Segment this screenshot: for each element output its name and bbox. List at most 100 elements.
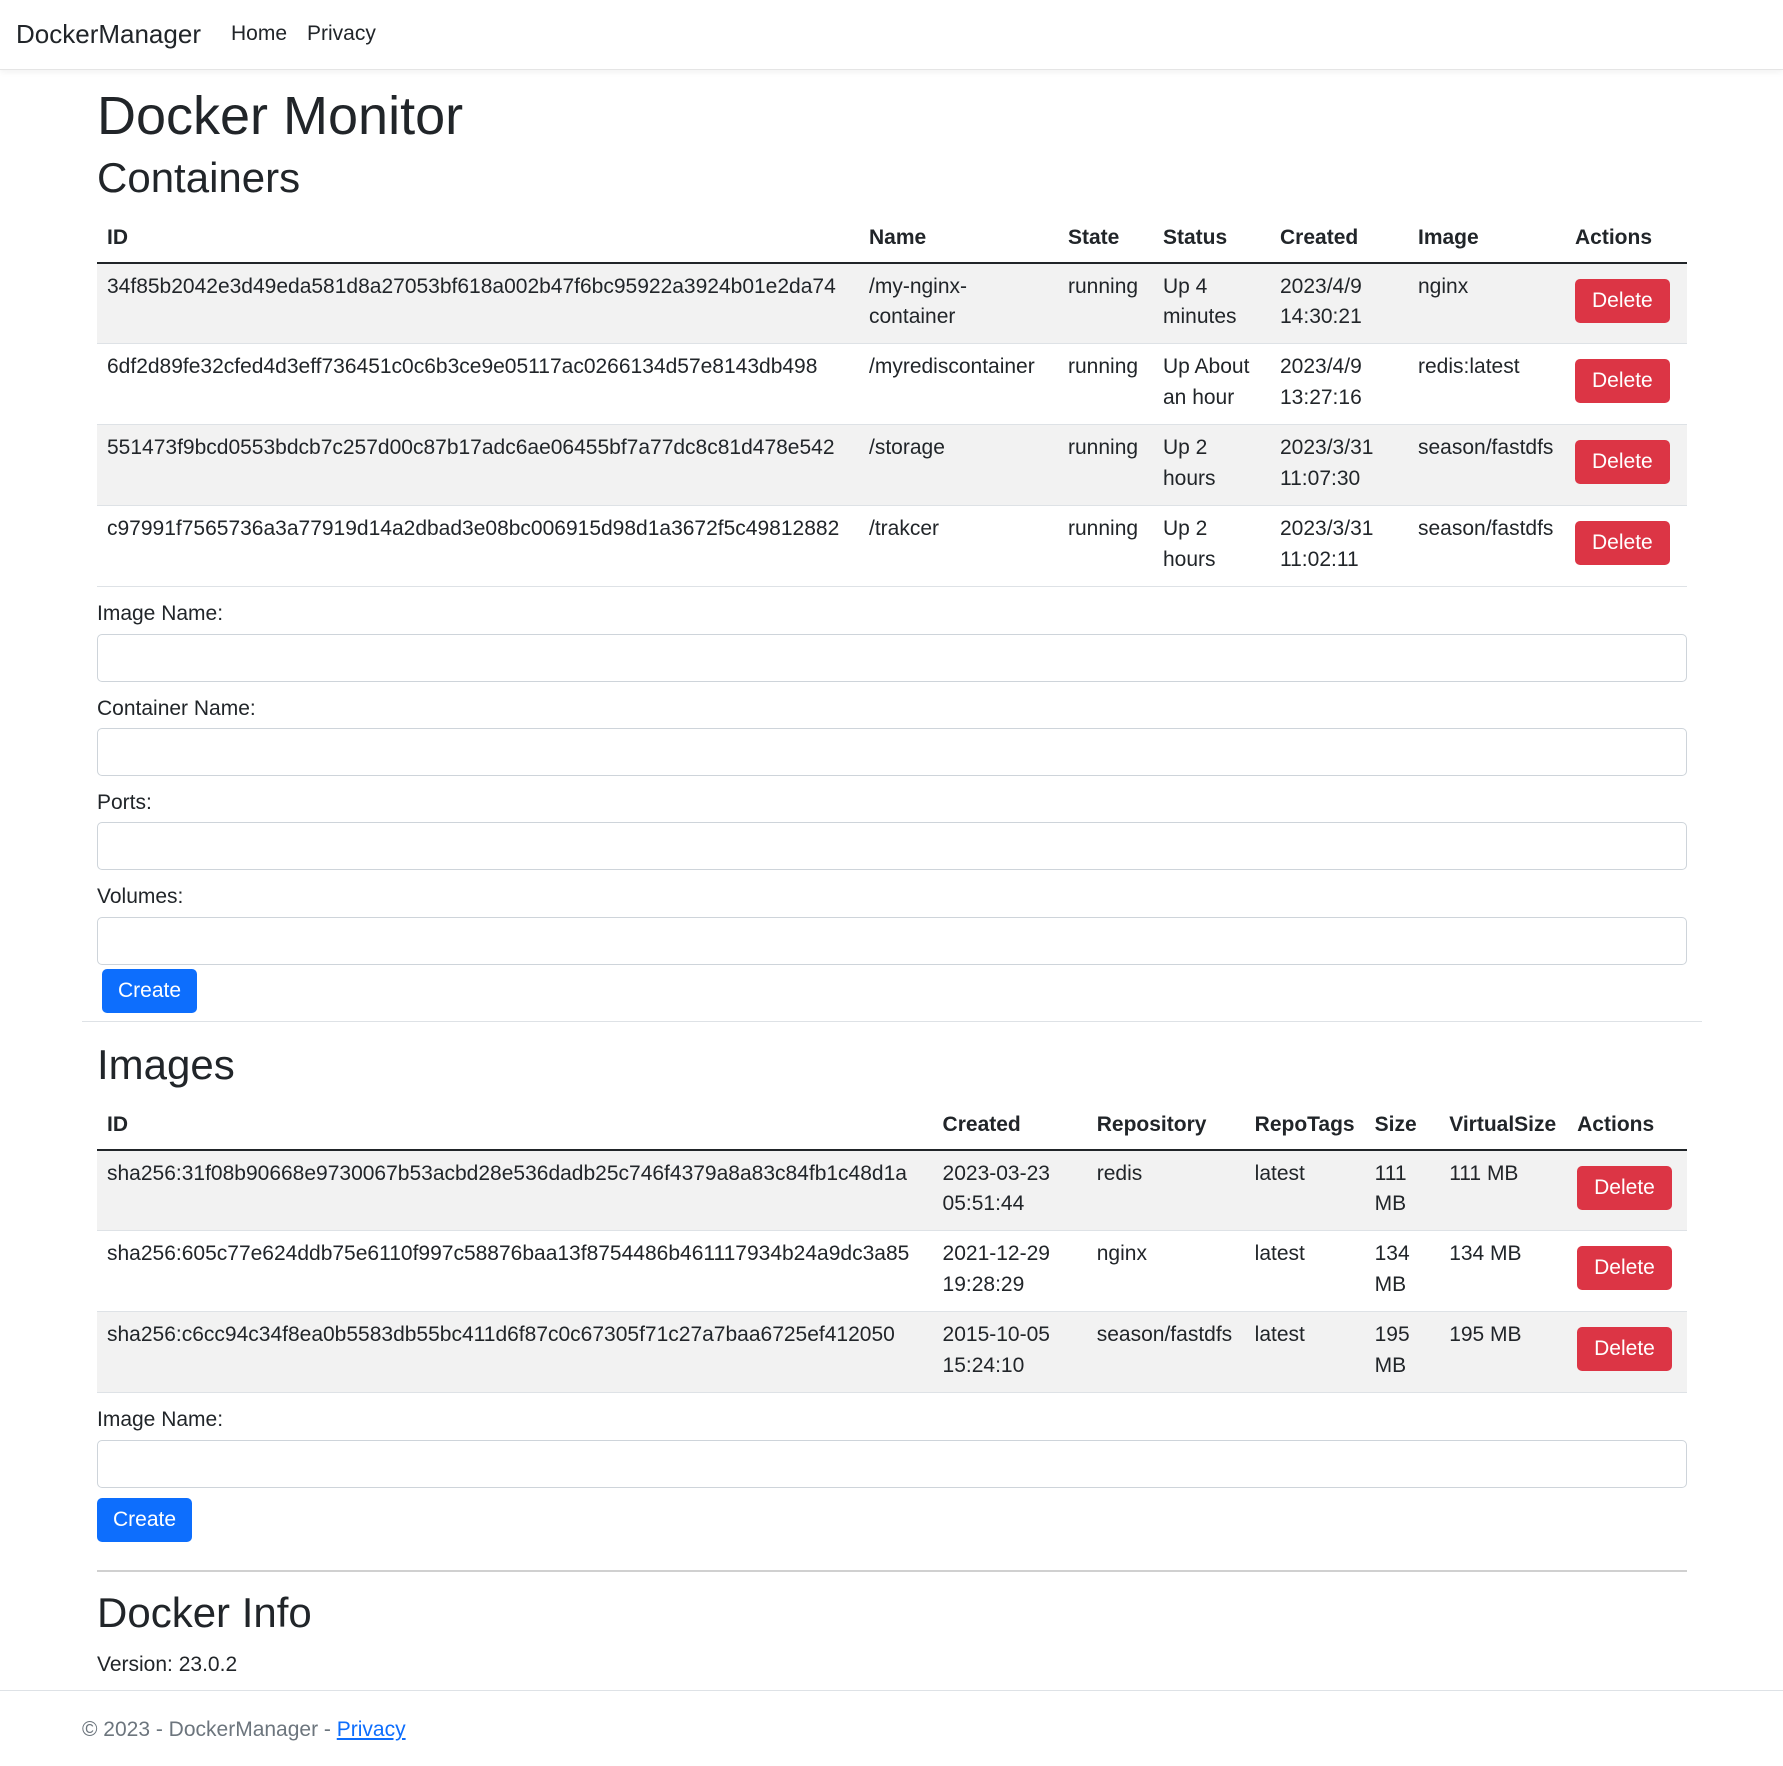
ports-label: Ports: — [97, 791, 152, 814]
col-header-repository: Repository — [1086, 1102, 1245, 1151]
container-status: Up 2 hours — [1153, 424, 1270, 507]
containers-title: Containers — [97, 153, 301, 201]
section-divider — [82, 1020, 1702, 1022]
delete-container-button[interactable]: Delete — [1575, 440, 1670, 485]
image-size: 134 MB — [1364, 1230, 1440, 1313]
container-state: running — [1058, 505, 1153, 588]
container-name-input[interactable] — [97, 728, 1687, 776]
version-value: 23.0.2 — [178, 1653, 238, 1677]
container-image: season/fastdfs — [1408, 505, 1565, 588]
docker-version: Version: 23.0.2 — [97, 1650, 1687, 1680]
section-divider — [97, 1569, 1687, 1572]
brand-link[interactable]: DockerManager — [16, 16, 201, 54]
image-name-input[interactable] — [97, 1439, 1687, 1488]
volumes-input[interactable] — [97, 916, 1687, 965]
container-name: /myrediscontainer — [859, 343, 1058, 426]
image-row: sha256:c6cc94c34f8ea0b5583db55bc411d6f87… — [97, 1311, 1687, 1394]
nav-home-link[interactable]: Home — [231, 19, 287, 49]
container-image: nginx — [1408, 262, 1565, 345]
delete-image-button[interactable]: Delete — [1577, 1327, 1672, 1372]
container-row: 6df2d89fe32cfed4d3eff736451c0c6b3ce9e051… — [97, 343, 1687, 426]
container-row: 551473f9bcd0553bdcb7c257d00c87b17adc6ae0… — [97, 424, 1687, 507]
container-id: 6df2d89fe32cfed4d3eff736451c0c6b3ce9e051… — [97, 343, 859, 426]
col-header-actions: Actions — [1565, 215, 1687, 264]
footer: © 2023 - DockerManager - Privacy — [0, 1690, 1783, 1745]
image-actions: Delete — [1567, 1149, 1687, 1232]
col-header-image: Image — [1408, 215, 1565, 264]
col-header-actions: Actions — [1567, 1102, 1687, 1151]
version-label: Version: — [97, 1653, 173, 1677]
container-status: Up About an hour — [1153, 343, 1270, 426]
image-name-input[interactable] — [97, 633, 1687, 682]
create-image-button[interactable]: Create — [97, 1497, 193, 1542]
image-id: sha256:605c77e624ddb75e6110f997c58876baa… — [97, 1230, 933, 1313]
container-name-label: Container Name: — [97, 696, 256, 720]
container-row: 34f85b2042e3d49eda581d8a27053bf618a002b4… — [97, 262, 1687, 345]
image-repotags: latest — [1244, 1149, 1365, 1232]
delete-container-button[interactable]: Delete — [1575, 359, 1670, 404]
container-state: running — [1058, 343, 1153, 426]
container-actions: Delete — [1565, 424, 1687, 507]
container-image: season/fastdfs — [1408, 424, 1565, 507]
image-id: sha256:31f08b90668e9730067b53acbd28e536d… — [97, 1149, 933, 1232]
ports-input[interactable] — [97, 822, 1687, 871]
container-status: Up 2 hours — [1153, 505, 1270, 588]
container-created: 2023/3/31 11:02:11 — [1270, 505, 1408, 588]
page-title: Docker Monitor — [97, 86, 464, 146]
col-header-created: Created — [1270, 215, 1408, 264]
images-title: Images — [97, 1040, 235, 1088]
image-repository: nginx — [1086, 1230, 1245, 1313]
containers-table: ID Name State Status Created Image Actio… — [97, 215, 1687, 588]
footer-privacy-link[interactable]: Privacy — [337, 1718, 406, 1741]
image-virtualsize: 134 MB — [1439, 1230, 1568, 1313]
image-size: 111 MB — [1364, 1149, 1440, 1232]
container-actions: Delete — [1565, 262, 1687, 345]
create-container-button[interactable]: Create — [102, 968, 198, 1013]
create-container-form: Image Name: Container Name: Ports: Volum… — [97, 599, 1687, 1013]
top-navbar: DockerManager Home Privacy — [0, 0, 1783, 70]
container-actions: Delete — [1565, 343, 1687, 426]
col-header-id: ID — [97, 215, 859, 264]
image-id: sha256:c6cc94c34f8ea0b5583db55bc411d6f87… — [97, 1311, 933, 1394]
image-created: 2021-12-29 19:28:29 — [932, 1230, 1087, 1313]
image-actions: Delete — [1567, 1311, 1687, 1394]
main-container: Docker Monitor Containers ID Name State … — [82, 84, 1702, 1680]
container-id: c97991f7565736a3a77919d14a2dbad3e08bc006… — [97, 505, 859, 588]
image-name-label: Image Name: — [97, 602, 224, 626]
delete-image-button[interactable]: Delete — [1577, 1246, 1672, 1291]
image-name-label: Image Name: — [97, 1408, 224, 1432]
image-repotags: latest — [1244, 1311, 1365, 1394]
image-repotags: latest — [1244, 1230, 1365, 1313]
container-name: /my-nginx-container — [859, 262, 1058, 345]
col-header-state: State — [1058, 215, 1153, 264]
footer-text: © 2023 - DockerManager - — [82, 1718, 337, 1741]
col-header-id: ID — [97, 1102, 933, 1151]
container-row: c97991f7565736a3a77919d14a2dbad3e08bc006… — [97, 505, 1687, 588]
container-created: 2023/3/31 11:07:30 — [1270, 424, 1408, 507]
container-id: 34f85b2042e3d49eda581d8a27053bf618a002b4… — [97, 262, 859, 345]
image-row: sha256:31f08b90668e9730067b53acbd28e536d… — [97, 1149, 1687, 1232]
image-actions: Delete — [1567, 1230, 1687, 1313]
container-state: running — [1058, 262, 1153, 345]
delete-container-button[interactable]: Delete — [1575, 521, 1670, 566]
container-state: running — [1058, 424, 1153, 507]
container-image: redis:latest — [1408, 343, 1565, 426]
create-image-form: Image Name: Create — [97, 1405, 1687, 1542]
docker-info-title: Docker Info — [97, 1588, 312, 1636]
image-size: 195 MB — [1364, 1311, 1440, 1394]
delete-container-button[interactable]: Delete — [1575, 278, 1670, 323]
delete-image-button[interactable]: Delete — [1577, 1165, 1672, 1210]
images-table: ID Created Repository RepoTags Size Virt… — [97, 1102, 1687, 1394]
container-status: Up 4 minutes — [1153, 262, 1270, 345]
col-header-repotags: RepoTags — [1244, 1102, 1365, 1151]
nav-privacy-link[interactable]: Privacy — [307, 19, 376, 49]
image-created: 2015-10-05 15:24:10 — [932, 1311, 1087, 1394]
image-repository: season/fastdfs — [1086, 1311, 1245, 1394]
col-header-virtualsize: VirtualSize — [1439, 1102, 1568, 1151]
container-created: 2023/4/9 13:27:16 — [1270, 343, 1408, 426]
col-header-created: Created — [932, 1102, 1087, 1151]
volumes-label: Volumes: — [97, 885, 184, 909]
container-name: /storage — [859, 424, 1058, 507]
col-header-name: Name — [859, 215, 1058, 264]
containers-header-row: ID Name State Status Created Image Actio… — [97, 215, 1687, 264]
